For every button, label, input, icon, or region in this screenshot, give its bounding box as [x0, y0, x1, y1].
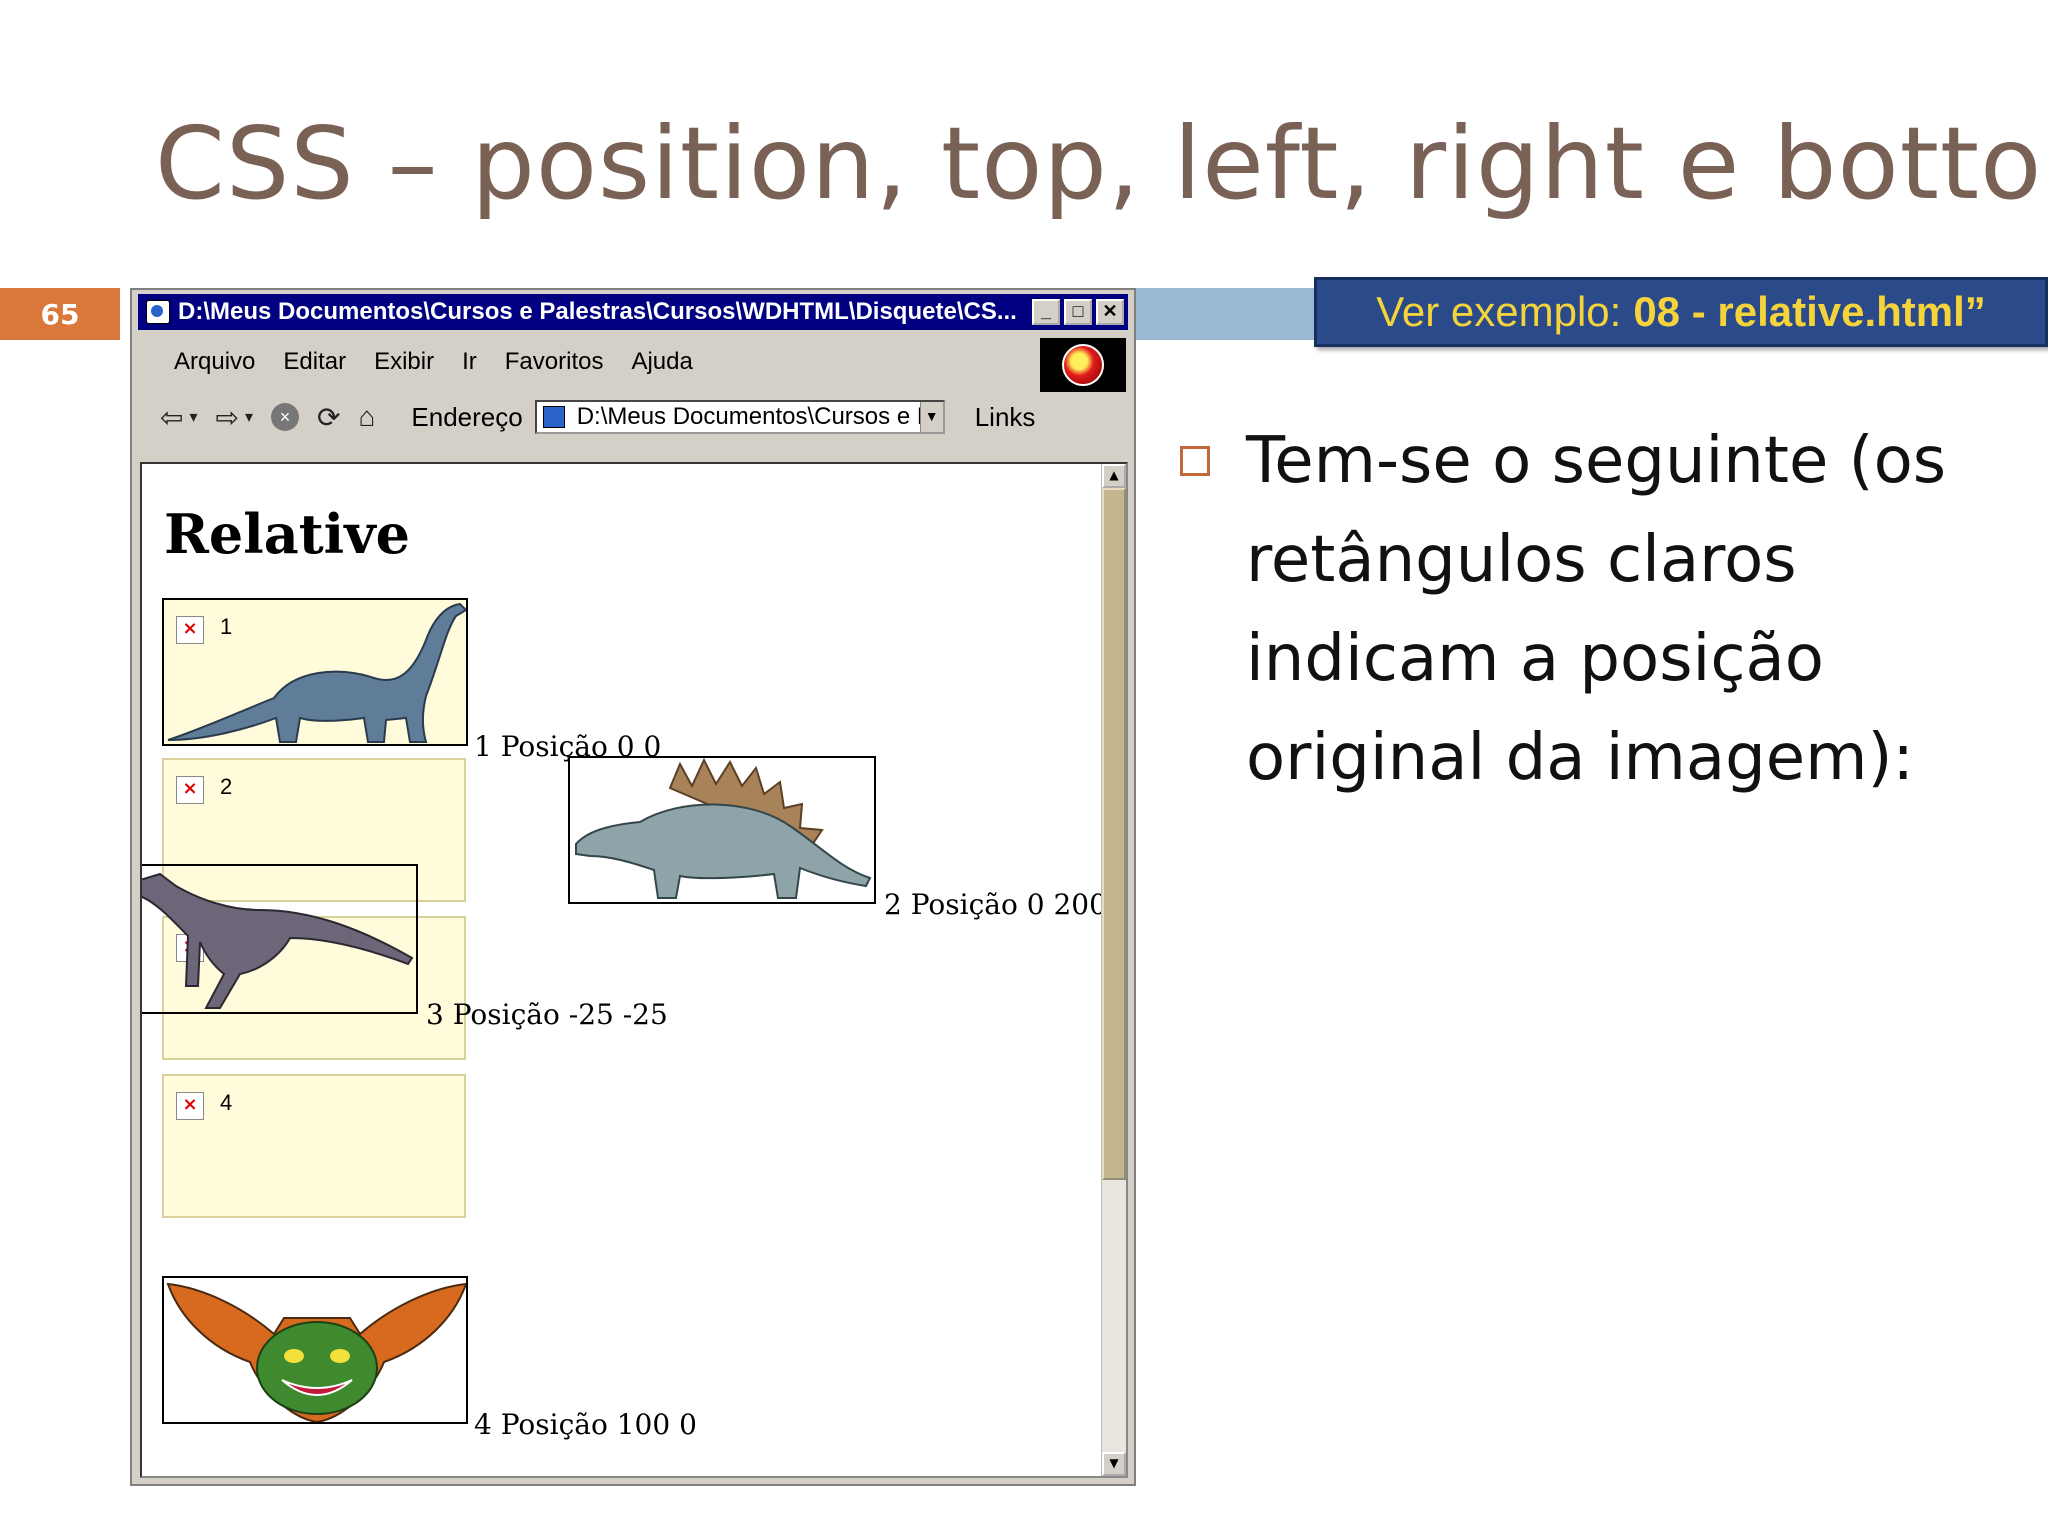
broken-image-icon: ×	[176, 776, 204, 804]
scroll-down-icon[interactable]: ▼	[1102, 1452, 1126, 1476]
gremlin-icon	[166, 1282, 466, 1422]
address-page-icon	[542, 406, 565, 428]
slide-number: 65	[0, 288, 120, 340]
gremlin-image-4	[162, 1276, 468, 1424]
menu-favoritos[interactable]: Favoritos	[505, 348, 604, 376]
menu-editar[interactable]: Editar	[283, 348, 346, 376]
placeholder-4: × 4	[162, 1074, 466, 1218]
caption-2: 2 Posição 0 200	[884, 888, 1107, 921]
placeholder-label: 4	[220, 1090, 233, 1115]
links-button[interactable]: Links	[975, 402, 1036, 433]
stegosaurus-icon	[575, 758, 872, 899]
vertical-scrollbar[interactable]: ▲ ▼	[1101, 464, 1126, 1476]
back-arrow-icon[interactable]: ⇦	[160, 401, 183, 434]
browser-window: D:\Meus Documentos\Cursos e Palestras\Cu…	[130, 288, 1136, 1486]
menu-bar: Arquivo Editar Exibir Ir Favoritos Ajuda	[142, 340, 1042, 384]
example-label: Ver exemplo:	[1376, 288, 1622, 335]
bullet-square-icon	[1180, 446, 1210, 476]
refresh-icon[interactable]: ⟳	[317, 401, 340, 434]
dinosaur-image-3	[142, 864, 418, 1014]
minimize-icon[interactable]: _	[1032, 299, 1060, 325]
address-input[interactable]: D:\Meus Documentos\Cursos e Pa ▼	[534, 400, 945, 434]
close-icon[interactable]: ✕	[1096, 299, 1124, 325]
menu-ir[interactable]: Ir	[462, 348, 477, 376]
dinosaur-image-2	[568, 756, 876, 904]
title-bar[interactable]: D:\Meus Documentos\Cursos e Palestras\Cu…	[138, 294, 1128, 330]
example-link[interactable]: Ver exemplo: 08 - relative.html”	[1314, 277, 2048, 347]
address-label: Endereço	[411, 401, 523, 432]
dinosaur-image-1: × 1	[162, 598, 468, 746]
menu-exibir[interactable]: Exibir	[374, 348, 434, 376]
toolbar: ⇦ ▾ ⇨ ▾ × ⟳ ⌂ Endereço D:\Meus Documento…	[142, 394, 1128, 440]
address-dropdown-icon[interactable]: ▼	[919, 402, 943, 432]
example-file: 08 - relative.html”	[1633, 288, 1986, 335]
address-value: D:\Meus Documentos\Cursos e Pa	[576, 403, 945, 430]
brachiosaurus-icon	[167, 602, 466, 743]
velociraptor-icon	[142, 872, 414, 1009]
maximize-icon[interactable]: □	[1064, 299, 1092, 325]
back-dropdown-icon[interactable]: ▾	[189, 407, 197, 427]
window-title: D:\Meus Documentos\Cursos e Palestras\Cu…	[178, 298, 1017, 325]
caption-4: 4 Posição 100 0	[474, 1408, 697, 1441]
ie-page-icon	[146, 300, 170, 324]
forward-arrow-icon[interactable]: ⇨	[216, 401, 239, 434]
menu-arquivo[interactable]: Arquivo	[174, 348, 255, 376]
stop-icon[interactable]: ×	[271, 403, 299, 431]
placeholder-label: 2	[220, 774, 233, 799]
broken-image-icon: ×	[176, 1092, 204, 1120]
home-icon[interactable]: ⌂	[358, 401, 375, 433]
bullet-text: Tem-se o seguinte (os retângulos claros …	[1246, 424, 1947, 795]
forward-dropdown-icon[interactable]: ▾	[245, 407, 253, 427]
page-content: Relative × 2 × × 4 × 1 1 Posição 0 0	[140, 462, 1128, 1478]
page-heading: Relative	[164, 502, 410, 566]
scroll-up-icon[interactable]: ▲	[1102, 464, 1126, 488]
menu-ajuda[interactable]: Ajuda	[631, 348, 692, 376]
scroll-thumb[interactable]	[1102, 488, 1126, 1180]
slide-title: CSS – position, top, left, right e botto…	[155, 105, 2048, 222]
ie-throbber-icon	[1040, 338, 1126, 392]
caption-3: 3 Posição -25 -25	[426, 998, 668, 1031]
